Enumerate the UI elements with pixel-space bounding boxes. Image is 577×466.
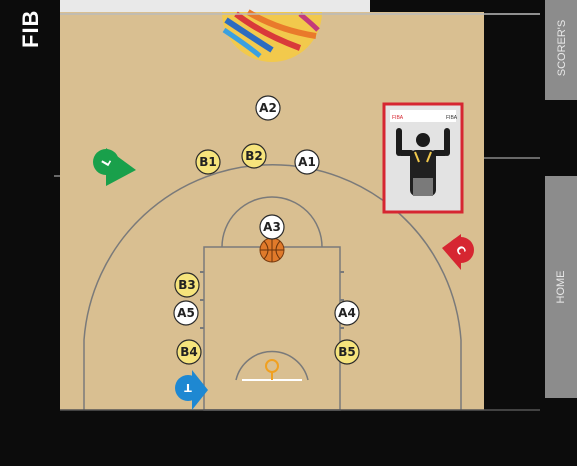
player-label: B5 [338, 345, 356, 359]
top-band [60, 0, 370, 12]
scorer-label: SCORER'S [556, 19, 568, 77]
referee-label: T [184, 381, 192, 394]
court-diagram: FIBA FIBA LCT A2 B1 B2 A1 A3 B3 A5 A4 B4 B5 [0, 0, 577, 461]
signal-card-tr: FIBA [446, 115, 458, 121]
player-token-a3: A3 [259, 214, 285, 240]
player-label: A1 [298, 155, 316, 169]
player-token-a2: A2 [255, 95, 281, 121]
player-token-b2: B2 [241, 143, 267, 169]
player-label: B1 [199, 155, 217, 169]
referee-signal-card: FIBA FIBA [382, 102, 464, 214]
basketball [259, 237, 285, 263]
player-token-b3: B3 [174, 272, 200, 298]
player-token-b4: B4 [176, 339, 202, 365]
player-token-b5: B5 [334, 339, 360, 365]
home-label: HOME [555, 270, 567, 304]
signal-card-tl: FIBA [392, 115, 404, 121]
player-label: B2 [245, 149, 263, 163]
player-label: B4 [180, 345, 198, 359]
player-label: A2 [259, 101, 277, 115]
player-label: A4 [338, 306, 356, 320]
player-token-b1: B1 [195, 149, 221, 175]
player-token-a1: A1 [294, 149, 320, 175]
player-label: A3 [263, 220, 281, 234]
player-label: B3 [178, 278, 196, 292]
player-token-a5: A5 [173, 300, 199, 326]
court-svg: FIBA FIBA LCT A2B1 B2 A1A3B3A5 A4B4 B5 [0, 0, 577, 461]
player-label: A5 [177, 306, 195, 320]
player-token-a4: A4 [334, 300, 360, 326]
brand-logo-text: FIB [18, 9, 43, 48]
